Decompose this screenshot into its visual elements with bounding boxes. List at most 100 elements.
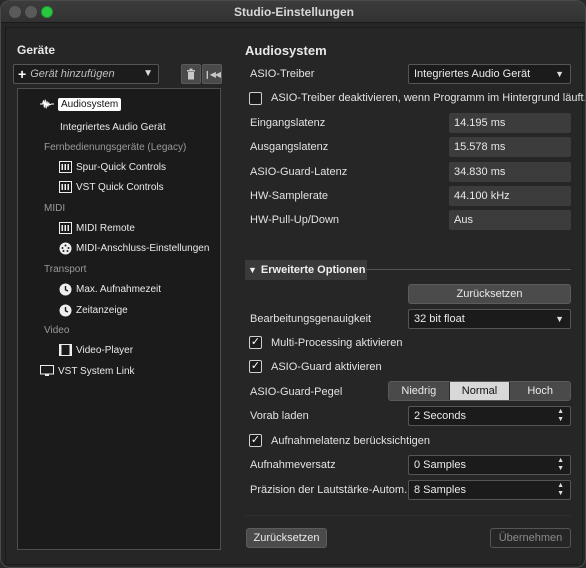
tree-item-label: Max. Aufnahmezeit <box>76 283 162 295</box>
deactivate-driver-label: ASIO-Treiber deaktivieren, wenn Programm… <box>271 92 586 104</box>
stepper-arrows-icon: ▲ ▼ <box>557 408 564 423</box>
tree-category-label: Video <box>44 324 70 336</box>
stepper-arrows-icon: ▲ ▼ <box>557 457 564 472</box>
tree-category-transport: Transport <box>44 260 86 278</box>
rewind-icon: ❙◀◀ <box>203 69 221 79</box>
asio-guard-latency-value: 34.830 ms <box>449 162 571 182</box>
checkmark-icon: ✓ <box>250 360 261 372</box>
asio-guard-level-label: ASIO-Guard-Pegel <box>250 386 343 398</box>
asio-driver-select[interactable]: Integriertes Audio Gerät ▼ <box>408 64 571 84</box>
hw-pullup-value: Aus <box>449 210 571 230</box>
tree-item-audiosystem[interactable]: Audiosystem <box>40 95 122 113</box>
tree-item-label: MIDI-Anschluss-Einstellungen <box>76 242 210 254</box>
tree-item-max-record-time[interactable]: Max. Aufnahmezeit <box>58 280 161 298</box>
volume-precision-label: Präzision der Lautstärke-Autom. <box>250 484 408 496</box>
processing-precision-label: Bearbeitungsgenauigkeit <box>250 313 372 325</box>
dropdown-caret-icon: ▼ <box>555 314 564 324</box>
film-icon <box>58 343 72 357</box>
asio-driver-label: ASIO-Treiber <box>250 68 315 80</box>
volume-precision-value: 8 Samples <box>414 484 466 496</box>
tree-category-remote-legacy: Fernbedienungsgeräte (Legacy) <box>44 138 186 156</box>
stepper-arrows-icon: ▲ ▼ <box>557 482 564 497</box>
tree-category-label: MIDI <box>44 202 66 214</box>
tree-item-label: Integriertes Audio Gerät <box>60 121 166 133</box>
tree-item-time-display[interactable]: Zeitanzeige <box>58 301 128 319</box>
output-latency-label: Ausgangslatenz <box>250 141 329 153</box>
reset-device-button[interactable]: ❙◀◀ <box>202 64 222 84</box>
output-latency-value: 15.578 ms <box>449 137 571 157</box>
clock-icon <box>58 303 72 317</box>
midi-port-icon <box>58 241 72 255</box>
asio-guard-level-low[interactable]: Niedrig <box>389 382 450 400</box>
input-latency-label: Eingangslatenz <box>250 117 326 129</box>
tree-item-midi-port-settings[interactable]: MIDI-Anschluss-Einstellungen <box>58 239 209 257</box>
tree-category-label: Transport <box>44 263 87 275</box>
tree-item-track-quick-controls[interactable]: Spur-Quick Controls <box>58 158 166 176</box>
tree-item-label: VST System Link <box>58 365 135 377</box>
checkmark-icon: ✓ <box>250 434 261 446</box>
tree-item-label: Spur-Quick Controls <box>76 161 167 173</box>
record-latency-checkbox[interactable]: ✓ <box>249 434 262 447</box>
reset-advanced-button[interactable]: Zurücksetzen <box>408 284 571 304</box>
plus-icon: + <box>18 66 27 82</box>
control-panel-icon <box>58 180 72 194</box>
checkmark-icon: ✓ <box>250 336 261 348</box>
hw-samplerate-value: 44.100 kHz <box>449 186 571 206</box>
asio-guard-level-high[interactable]: Hoch <box>510 382 570 400</box>
tree-category-video: Video <box>44 321 69 339</box>
tree-item-label: Zeitanzeige <box>76 304 128 316</box>
tree-item-vst-quick-controls[interactable]: VST Quick Controls <box>58 178 164 196</box>
control-panel-icon <box>58 221 72 235</box>
asio-driver-value: Integriertes Audio Gerät <box>414 68 531 80</box>
settings-window: Studio-Einstellungen Geräte + Gerät hinz… <box>0 0 586 568</box>
window-title: Studio-Einstellungen <box>234 5 354 19</box>
asio-guard-checkbox[interactable]: ✓ <box>249 360 262 373</box>
asio-guard-level-normal[interactable]: Normal <box>449 382 511 400</box>
tree-item-label: VST Quick Controls <box>76 181 164 193</box>
trash-icon <box>187 68 195 80</box>
record-offset-value: 0 Samples <box>414 459 466 471</box>
dropdown-caret-icon: ▼ <box>555 69 564 79</box>
hw-samplerate-label: HW-Samplerate <box>250 190 329 202</box>
volume-precision-field[interactable]: 8 Samples ▲ ▼ <box>408 480 571 500</box>
preload-select[interactable]: 2 Seconds ▲ ▼ <box>408 406 571 426</box>
record-offset-field[interactable]: 0 Samples ▲ ▼ <box>408 455 571 475</box>
dropdown-caret-icon: ▼ <box>143 68 153 79</box>
multi-processing-checkbox[interactable]: ✓ <box>249 336 262 349</box>
asio-guard-level-segmented: Niedrig Normal Hoch <box>388 381 571 401</box>
input-latency-value: 14.195 ms <box>449 113 571 133</box>
multi-processing-label: Multi-Processing aktivieren <box>271 337 403 349</box>
asio-guard-latency-label: ASIO-Guard-Latenz <box>250 166 348 178</box>
tree-item-midi-remote[interactable]: MIDI Remote <box>58 219 135 237</box>
hw-pullup-label: HW-Pull-Up/Down <box>250 214 340 226</box>
waveform-icon <box>40 97 54 111</box>
tree-item-label: MIDI Remote <box>76 222 135 234</box>
section-divider <box>367 269 571 270</box>
apply-button[interactable]: Übernehmen <box>490 528 571 548</box>
advanced-options-toggle[interactable]: ▼ Erweiterte Optionen <box>245 260 367 280</box>
device-tree: Audiosystem Integriertes Audio Gerät Fer… <box>17 88 221 550</box>
processing-precision-value: 32 bit float <box>414 313 465 325</box>
tree-subitem-integrated-audio[interactable]: Integriertes Audio Gerät <box>60 118 166 136</box>
advanced-options-label: Erweiterte Optionen <box>260 264 366 276</box>
deactivate-driver-checkbox[interactable] <box>249 92 262 105</box>
add-device-label: Gerät hinzufügen <box>30 68 115 80</box>
title-bar: Studio-Einstellungen <box>1 1 585 23</box>
add-device-dropdown[interactable]: + Gerät hinzufügen ▼ <box>13 64 159 84</box>
delete-device-button[interactable] <box>181 64 201 84</box>
audiosystem-header: Audiosystem <box>245 43 327 58</box>
triangle-down-icon: ▼ <box>248 265 257 275</box>
tree-item-vst-system-link[interactable]: VST System Link <box>40 362 135 380</box>
record-latency-label: Aufnahmelatenz berücksichtigen <box>271 435 430 447</box>
processing-precision-select[interactable]: 32 bit float ▼ <box>408 309 571 329</box>
tree-item-video-player[interactable]: Video-Player <box>58 341 133 359</box>
preload-value: 2 Seconds <box>414 410 466 422</box>
control-panel-icon <box>58 160 72 174</box>
tree-category-midi: MIDI <box>44 199 65 217</box>
asio-guard-label: ASIO-Guard aktivieren <box>271 361 382 373</box>
footer-reset-button[interactable]: Zurücksetzen <box>246 528 327 548</box>
preload-label: Vorab laden <box>250 410 309 422</box>
monitor-icon <box>40 364 54 378</box>
tree-category-label: Fernbedienungsgeräte (Legacy) <box>44 141 187 153</box>
record-offset-label: Aufnahmeversatz <box>250 459 336 471</box>
